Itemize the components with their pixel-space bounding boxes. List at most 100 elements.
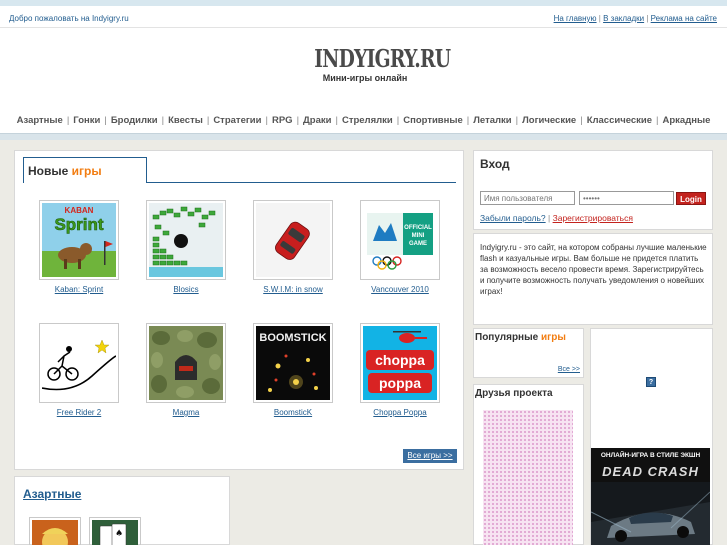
category-link[interactable]: Леталки — [473, 115, 511, 126]
welcome-text: Добро пожаловать на Indyigry.ru — [9, 14, 129, 23]
popular-title: Популярные игры — [475, 332, 566, 343]
swim-in-snow-thumb[interactable] — [253, 200, 333, 280]
forgot-password-link[interactable]: Забыли пароль? — [480, 213, 546, 223]
friends-panel: Друзья проекта — [473, 384, 584, 545]
category-link[interactable]: Стрелялки — [342, 115, 393, 126]
game-card[interactable]: Magma — [146, 323, 226, 417]
svg-text:choppa: choppa — [375, 352, 425, 368]
category-link[interactable]: Аркадные — [663, 115, 711, 126]
free-rider-2-thumb[interactable] — [39, 323, 119, 403]
svg-text:MINI: MINI — [412, 233, 425, 239]
username-input[interactable] — [480, 191, 575, 205]
kaban-sprint-thumb[interactable]: KABAN Sprint — [39, 200, 119, 280]
category-separator: | — [580, 115, 583, 126]
all-games-button[interactable]: Все игры >> — [403, 449, 457, 463]
category-separator: | — [206, 115, 210, 126]
choppa-poppa-thumb[interactable]: choppa poppa — [360, 323, 440, 403]
category-link[interactable]: RPG — [272, 115, 293, 126]
svg-text:OFFICIAL: OFFICIAL — [404, 225, 432, 231]
azart-panel: Азартные ♠ — [14, 476, 230, 545]
svg-text:KABAN: KABAN — [65, 206, 94, 215]
game-name[interactable]: Kaban: Sprint — [39, 285, 119, 294]
nav-stripe — [0, 133, 727, 140]
login-title: Вход — [480, 157, 510, 171]
game-card[interactable]: Free Rider 2 — [39, 323, 119, 417]
login-links: Забыли пароль? | Зарегистрироваться — [480, 213, 633, 223]
bookmark-link[interactable]: В закладки — [603, 14, 644, 23]
tab-underline — [146, 182, 456, 183]
game-name[interactable]: Magma — [146, 408, 226, 417]
game-name[interactable]: S.W.I.M: in snow — [253, 285, 333, 294]
game-name[interactable]: Free Rider 2 — [39, 408, 119, 417]
home-link[interactable]: На главную — [554, 14, 597, 23]
main-area: Новые игры KABAN Sprint Kaban: Sprint Bl… — [0, 140, 727, 545]
category-separator: | — [66, 115, 70, 126]
category-separator: | — [396, 115, 400, 126]
register-link[interactable]: Зарегистрироваться — [553, 213, 633, 223]
site-logo[interactable]: INDYIGRY.RU Мини-игры онлайн — [300, 44, 451, 84]
game-name[interactable]: BoomsticK — [253, 408, 333, 417]
boomstick-thumb[interactable]: BOOMSTICK — [253, 323, 333, 403]
ad-panel: ? ОНЛАЙН-ИГРА В СТИЛЕ ЭКШН DEAD CRASH — [590, 328, 713, 545]
category-separator: | — [515, 115, 519, 126]
advertising-link[interactable]: Реклама на сайте — [651, 14, 717, 23]
about-panel: Indyigry.ru - это сайт, на котором собра… — [473, 233, 713, 325]
logo-title: INDYIGRY.RU — [314, 44, 451, 73]
category-link[interactable]: Логические — [522, 115, 576, 126]
vancouver-2010-thumb[interactable]: OFFICIAL MINI GAME — [360, 200, 440, 280]
new-games-tab: Новые игры — [23, 157, 147, 183]
top-bar: Добро пожаловать на Indyigry.ru На главн… — [0, 6, 727, 28]
category-link[interactable]: Бродилки — [111, 115, 158, 126]
category-link[interactable]: Гонки — [73, 115, 100, 126]
game-card[interactable]: BOOMSTICK BoomsticK — [253, 323, 333, 417]
banner-text: ОНЛАЙН-ИГРА В СТИЛЕ ЭКШН — [600, 452, 701, 459]
ad-banner[interactable]: ОНЛАЙН-ИГРА В СТИЛЕ ЭКШН DEAD CRASH — [591, 448, 710, 545]
category-nav: Азартные | Гонки | Бродилки | Квесты | Стратегии… — [0, 115, 727, 126]
game-name[interactable]: Vancouver 2010 — [360, 285, 440, 294]
logo-subtitle: Мини-игры онлайн — [322, 73, 408, 83]
azart-game-thumb-1[interactable] — [29, 517, 81, 545]
game-name[interactable]: Choppa Poppa — [360, 408, 440, 417]
category-link[interactable]: Классические — [587, 115, 652, 126]
category-separator: | — [161, 115, 165, 126]
about-text: Indyigry.ru - это сайт, на котором собра… — [480, 243, 707, 296]
friends-banner[interactable] — [483, 410, 573, 545]
category-separator: | — [335, 115, 338, 126]
game-name[interactable]: Blosics — [146, 285, 226, 294]
game-card[interactable]: OFFICIAL MINI GAME Vancouver 2010 — [360, 200, 440, 294]
missing-image-icon[interactable]: ? — [646, 377, 656, 387]
popular-all-link[interactable]: Все >> — [558, 366, 580, 373]
popular-games-panel: Популярные игры Все >> — [473, 328, 584, 378]
svg-text:Sprint: Sprint — [54, 215, 103, 234]
category-separator: | — [265, 115, 268, 126]
category-link[interactable]: Азартные — [17, 115, 63, 126]
login-panel: Вход Login Забыли пароль? | Зарегистриро… — [473, 150, 713, 230]
blosics-thumb[interactable] — [146, 200, 226, 280]
svg-text:BOOMSTICK: BOOMSTICK — [259, 332, 326, 344]
password-input[interactable] — [579, 191, 674, 205]
friends-title: Друзья проекта — [475, 388, 553, 399]
category-link[interactable]: Спортивные — [403, 115, 463, 126]
game-card[interactable]: S.W.I.M: in snow — [253, 200, 333, 294]
category-link[interactable]: Квесты — [168, 115, 203, 126]
azart-game-thumb-2[interactable]: ♠ — [89, 517, 141, 545]
top-links: На главную | В закладки | Реклама на сай… — [553, 14, 717, 23]
banner-car-image — [591, 482, 710, 545]
category-separator: | — [466, 115, 470, 126]
new-games-panel: Новые игры KABAN Sprint Kaban: Sprint Bl… — [14, 150, 464, 470]
magma-thumb[interactable] — [146, 323, 226, 403]
category-link[interactable]: Стратегии — [213, 115, 261, 126]
game-card[interactable]: KABAN Sprint Kaban: Sprint — [39, 200, 119, 294]
category-separator: | — [104, 115, 107, 126]
category-separator: | — [656, 115, 659, 126]
login-button[interactable]: Login — [676, 192, 706, 205]
category-link[interactable]: Драки — [303, 115, 331, 126]
svg-text:GAME: GAME — [409, 241, 427, 247]
banner-logo: DEAD CRASH — [602, 464, 699, 479]
svg-text:poppa: poppa — [379, 375, 421, 391]
azart-title[interactable]: Азартные — [23, 487, 81, 501]
game-card[interactable]: choppa poppa Choppa Poppa — [360, 323, 440, 417]
svg-text:♠: ♠ — [115, 529, 123, 539]
game-card[interactable]: Blosics — [146, 200, 226, 294]
category-separator: | — [296, 115, 300, 126]
